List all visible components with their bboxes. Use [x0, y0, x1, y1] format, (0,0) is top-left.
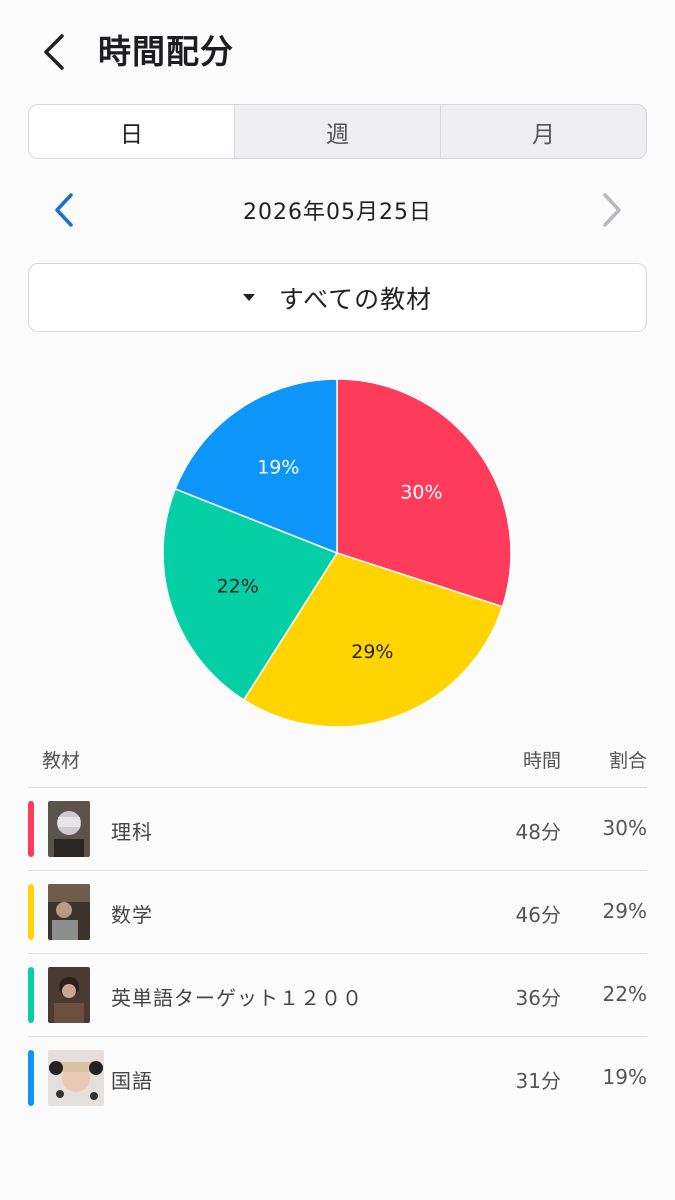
column-header-time: 時間 — [522, 750, 561, 772]
column-header-ratio: 割合 — [608, 750, 647, 772]
material-time: 36分 — [515, 986, 561, 1010]
material-thumbnail — [48, 1050, 104, 1106]
pie-chart-svg: 30% 29% 22% 19% — [162, 378, 512, 728]
material-ratio: 19% — [602, 1065, 647, 1089]
list-item[interactable]: 国語 31分 19% — [28, 1037, 647, 1120]
pie-slice-label: 29% — [351, 641, 393, 663]
list-item[interactable]: 数学 46分 29% — [28, 871, 647, 954]
filter-label: すべての教材 — [278, 284, 433, 314]
material-thumbnail — [48, 884, 90, 940]
material-time: 48分 — [515, 820, 561, 844]
chevron-left-icon — [44, 34, 64, 70]
back-button[interactable] — [32, 30, 76, 74]
color-indicator — [28, 884, 34, 940]
table-header: 教材 時間 割合 — [28, 740, 647, 788]
next-date-button[interactable] — [590, 186, 634, 234]
pie-slice-label: 19% — [257, 457, 299, 479]
pie-chart: 30% 29% 22% 19% — [0, 360, 675, 740]
material-name: 英単語ターゲット１２００ — [111, 986, 363, 1010]
period-segmented-control: 日 週 月 — [28, 104, 647, 159]
material-name: 国語 — [111, 1069, 153, 1093]
material-list: 理科 48分 30% 数学 46分 29% 英単語ターゲット１２００ 36分 2… — [28, 788, 647, 1120]
caret-down-icon — [242, 294, 255, 301]
material-name: 理科 — [111, 820, 153, 844]
pie-slice-label: 22% — [217, 575, 259, 597]
color-indicator — [28, 801, 34, 857]
header: 時間配分 — [0, 0, 675, 104]
material-thumbnail — [48, 801, 90, 857]
tab-month[interactable]: 月 — [440, 105, 646, 158]
material-thumbnail — [48, 967, 90, 1023]
list-item[interactable]: 理科 48分 30% — [28, 788, 647, 871]
date-navigator: 2026年05月25日 — [0, 182, 675, 238]
tab-day[interactable]: 日 — [29, 105, 234, 158]
material-name: 数学 — [111, 903, 153, 927]
material-ratio: 30% — [602, 816, 647, 840]
material-filter-dropdown[interactable]: すべての教材 — [28, 263, 647, 332]
material-time: 46分 — [515, 903, 561, 927]
current-date: 2026年05月25日 — [243, 200, 432, 225]
pie-slice-label: 30% — [400, 482, 442, 504]
material-ratio: 29% — [602, 899, 647, 923]
page-title: 時間配分 — [98, 32, 234, 71]
tab-week[interactable]: 週 — [234, 105, 440, 158]
material-time: 31分 — [515, 1069, 561, 1093]
chevron-right-icon — [603, 193, 621, 227]
color-indicator — [28, 967, 34, 1023]
column-header-material: 教材 — [42, 750, 81, 772]
color-indicator — [28, 1050, 34, 1106]
material-ratio: 22% — [602, 982, 647, 1006]
list-item[interactable]: 英単語ターゲット１２００ 36分 22% — [28, 954, 647, 1037]
